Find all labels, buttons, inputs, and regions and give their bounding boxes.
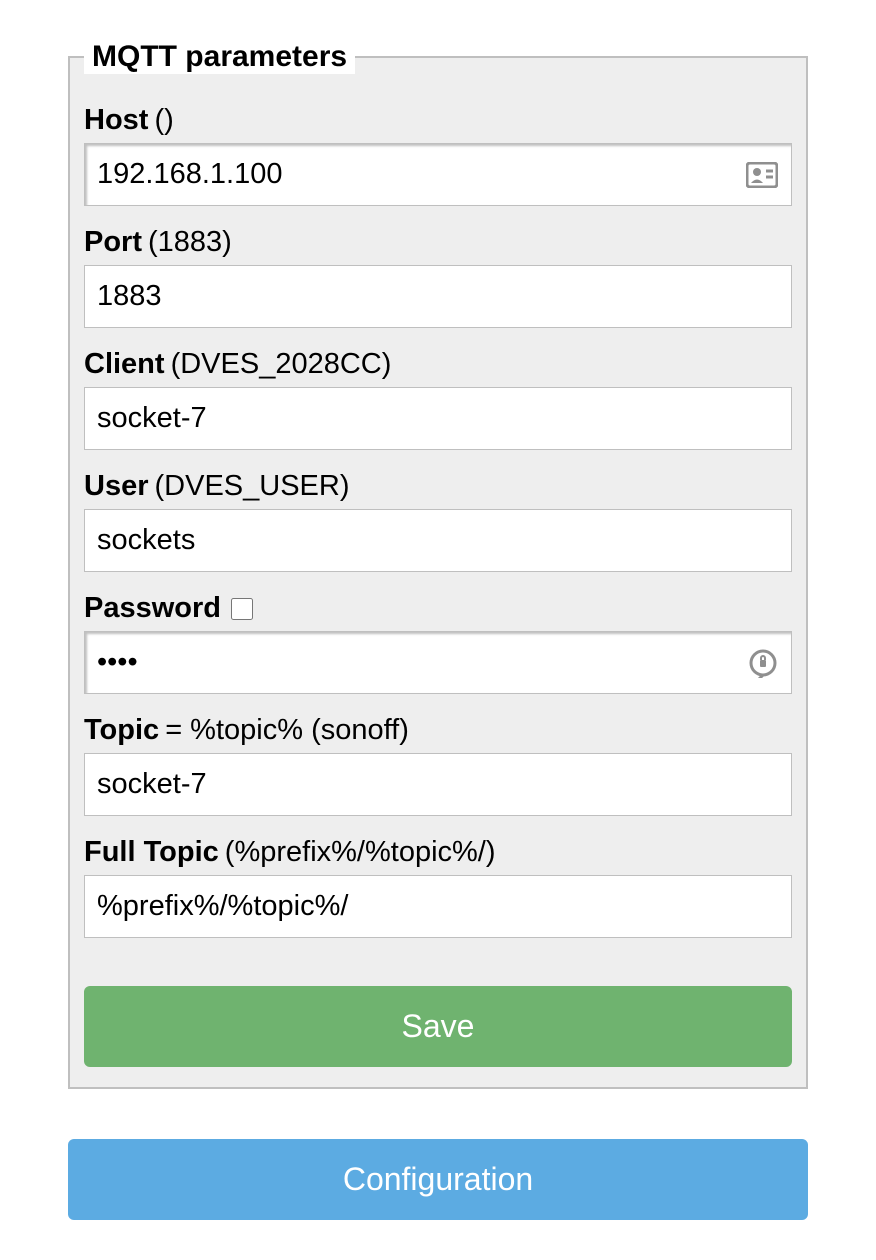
password-input[interactable]: [84, 631, 792, 694]
topic-input[interactable]: [84, 753, 792, 816]
fulltopic-label: Full Topic: [84, 836, 219, 869]
client-field: Client (DVES_2028CC): [84, 348, 792, 450]
save-button[interactable]: Save: [84, 986, 792, 1067]
client-label: Client: [84, 348, 165, 381]
host-label: Host: [84, 104, 148, 137]
client-input[interactable]: [84, 387, 792, 450]
host-input[interactable]: [84, 143, 792, 206]
client-hint: (DVES_2028CC): [171, 348, 392, 381]
fulltopic-hint: (%prefix%/%topic%/): [225, 836, 496, 869]
topic-label: Topic: [84, 714, 159, 747]
user-field: User (DVES_USER): [84, 470, 792, 572]
password-label: Password: [84, 592, 221, 625]
port-input[interactable]: [84, 265, 792, 328]
fulltopic-input[interactable]: [84, 875, 792, 938]
host-field: Host (): [84, 104, 792, 206]
fulltopic-field: Full Topic (%prefix%/%topic%/): [84, 836, 792, 938]
topic-hint: = %topic% (sonoff): [165, 714, 409, 747]
user-input[interactable]: [84, 509, 792, 572]
topic-field: Topic = %topic% (sonoff): [84, 714, 792, 816]
password-field: Password: [84, 592, 792, 694]
port-field: Port (1883): [84, 226, 792, 328]
port-label: Port: [84, 226, 142, 259]
fieldset-legend: MQTT parameters: [84, 40, 355, 74]
mqtt-parameters-fieldset: MQTT parameters Host () Port (1883): [68, 40, 808, 1089]
user-hint: (DVES_USER): [155, 470, 350, 503]
user-label: User: [84, 470, 149, 503]
port-hint: (1883): [148, 226, 232, 259]
host-hint: (): [154, 104, 173, 137]
password-show-checkbox[interactable]: [231, 598, 253, 620]
